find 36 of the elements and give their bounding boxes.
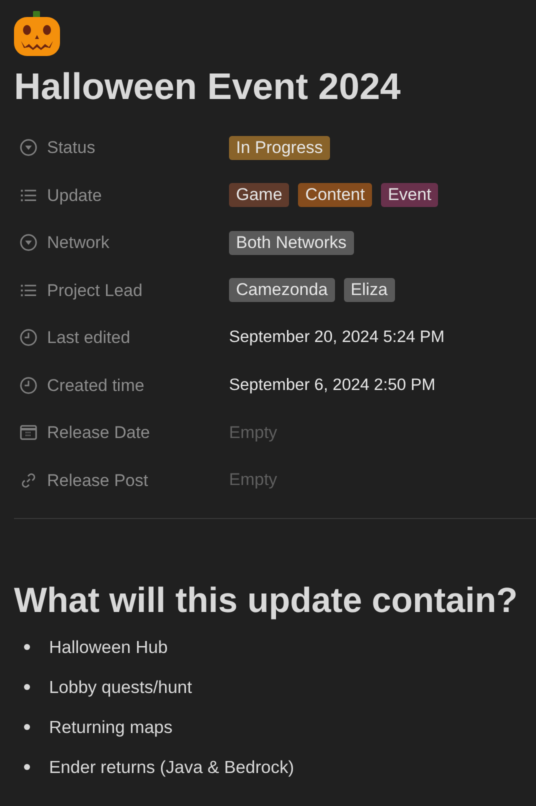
url-field[interactable]: Empty [229, 468, 429, 492]
property-label: Status [47, 137, 96, 159]
date-field[interactable]: Empty [229, 420, 429, 445]
clock-icon [19, 328, 38, 348]
bullet-icon [24, 764, 30, 770]
tag: Game [229, 183, 290, 208]
property-label: Release Date [47, 422, 150, 444]
property-label: Release Post [47, 470, 148, 492]
property-value: September 20, 2024 5:24 PM [229, 327, 445, 348]
clock-icon [19, 376, 38, 395]
dropdown-circle-icon [19, 233, 38, 252]
link-icon [19, 470, 38, 490]
section-heading: What will this update contain? [14, 580, 519, 622]
list-item-text: Halloween Hub [49, 636, 168, 659]
bullet-icon [24, 684, 30, 690]
pumpkin-icon [14, 11, 62, 57]
calendar-icon [19, 423, 38, 442]
property-label: Network [47, 232, 110, 254]
tag: Event [380, 183, 438, 208]
page-title: Halloween Event 2024 [14, 65, 402, 109]
tag: Camezonda [229, 278, 335, 302]
tag: Content [298, 183, 372, 208]
property-label: Last edited [47, 327, 130, 349]
list-item-text: Lobby quests/hunt [49, 676, 192, 699]
tag: In Progress [229, 136, 330, 160]
dropdown-circle-icon [19, 138, 38, 158]
list-item-text: Returning maps [49, 716, 173, 739]
list-item-text: Ender returns (Java & Bedrock) [49, 756, 294, 779]
property-label: Created time [47, 374, 144, 396]
tag: Both Networks [229, 230, 354, 255]
tag: Eliza [344, 278, 395, 302]
property-value: September 6, 2024 2:50 PM [229, 374, 436, 396]
bullet-icon [24, 644, 30, 650]
bullet-icon [24, 724, 30, 730]
property-label: Project Lead [47, 280, 142, 302]
property-label: Update [47, 184, 102, 206]
